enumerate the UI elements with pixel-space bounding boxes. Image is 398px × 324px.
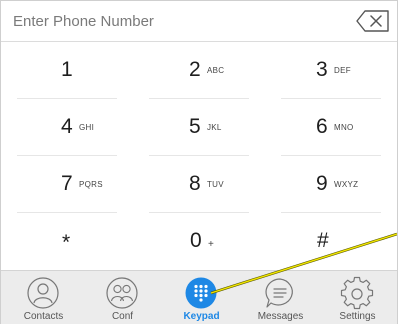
- key-digit: 6: [316, 115, 328, 138]
- key-2[interactable]: 2 ABC: [133, 42, 265, 99]
- key-digit: #: [317, 229, 329, 252]
- key-6[interactable]: 6 MNO: [265, 99, 397, 156]
- gear-icon: [340, 276, 374, 310]
- key-pound[interactable]: #: [265, 213, 397, 270]
- key-letters: ABC: [207, 66, 225, 75]
- bottom-tab-bar: Contacts Conf Keypad Messages Settings: [1, 270, 397, 324]
- message-icon: [265, 278, 293, 308]
- key-digit: 4: [61, 115, 73, 138]
- backspace-button[interactable]: [355, 9, 391, 33]
- key-letters: MNO: [334, 123, 354, 132]
- key-digit: 9: [316, 172, 328, 195]
- key-9[interactable]: 9 WXYZ: [265, 156, 397, 213]
- key-letters: TUV: [207, 180, 224, 189]
- key-digit: 3: [316, 58, 328, 81]
- key-digit: *: [62, 231, 71, 254]
- key-letters: +: [208, 239, 215, 250]
- key-0[interactable]: 0 +: [133, 213, 265, 270]
- dial-keypad: 1 2 ABC 3 DEF 4 GHI 5 JKL 6 MNO 7 PQRS 8…: [1, 42, 397, 270]
- key-digit: 8: [189, 172, 201, 195]
- key-digit: 1: [61, 58, 73, 81]
- key-digit: 5: [189, 115, 201, 138]
- key-5[interactable]: 5 JKL: [133, 99, 265, 156]
- key-3[interactable]: 3 DEF: [265, 42, 397, 99]
- key-7[interactable]: 7 PQRS: [1, 156, 133, 213]
- tab-settings[interactable]: Settings: [318, 271, 397, 324]
- key-letters: WXYZ: [334, 180, 359, 189]
- contact-icon: [27, 277, 59, 309]
- tab-contacts[interactable]: Contacts: [4, 271, 83, 324]
- tab-conf[interactable]: Conf: [83, 271, 162, 324]
- phone-number-input[interactable]: [13, 10, 333, 32]
- tab-label: Conf: [111, 311, 134, 322]
- key-4[interactable]: 4 GHI: [1, 99, 133, 156]
- key-digit: 2: [189, 58, 201, 81]
- phone-entry-bar: [1, 1, 397, 42]
- key-8[interactable]: 8 TUV: [133, 156, 265, 213]
- key-star[interactable]: *: [1, 213, 133, 270]
- key-1[interactable]: 1: [1, 42, 133, 99]
- tab-keypad[interactable]: Keypad: [162, 271, 241, 324]
- key-letters: PQRS: [79, 180, 103, 189]
- key-letters: JKL: [207, 123, 222, 132]
- key-letters: GHI: [79, 123, 95, 132]
- conference-icon: [106, 277, 138, 309]
- key-digit: 7: [61, 172, 73, 195]
- tab-label: Contacts: [23, 311, 64, 322]
- dialer-window: 1 2 ABC 3 DEF 4 GHI 5 JKL 6 MNO: [0, 0, 398, 324]
- backspace-icon: [356, 10, 389, 32]
- key-digit: 0: [190, 229, 202, 252]
- key-letters: DEF: [334, 66, 351, 75]
- keypad-icon: [185, 277, 217, 309]
- tab-messages[interactable]: Messages: [241, 271, 320, 324]
- tab-label: Keypad: [183, 311, 220, 322]
- tab-label: Messages: [257, 311, 304, 322]
- tab-label: Settings: [339, 311, 376, 322]
